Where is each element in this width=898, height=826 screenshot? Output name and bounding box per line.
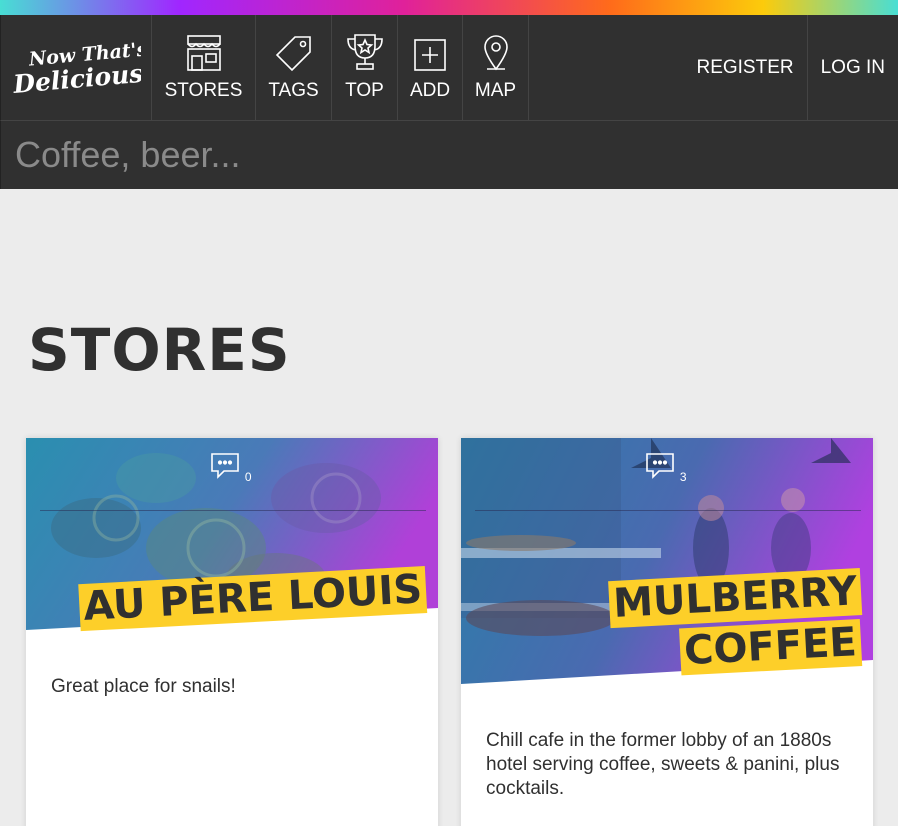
comment-count[interactable]: 3	[461, 452, 873, 484]
store-title-line: MULBERRY	[608, 568, 863, 629]
store-hero-image[interactable]: 0 AU PÈRE LOUIS	[26, 438, 438, 638]
store-card[interactable]: 0 AU PÈRE LOUIS Great place for snails!	[26, 438, 438, 826]
nav-tags[interactable]: TAGS	[256, 15, 332, 120]
page-title: STORES	[28, 316, 291, 384]
store-title[interactable]: MULBERRY COFFEE	[608, 568, 863, 676]
store-description: Chill cafe in the former lobby of an 188…	[486, 730, 840, 799]
register-link[interactable]: REGISTER	[683, 15, 808, 120]
store-card[interactable]: 3 MULBERRY COFFEE Chill cafe in the form…	[461, 438, 873, 826]
nav-top[interactable]: TOP	[332, 15, 398, 120]
nav-tags-label: TAGS	[268, 80, 319, 101]
comment-icon	[646, 453, 675, 479]
search-bar	[0, 120, 898, 189]
nav-stores[interactable]: STORES	[152, 15, 256, 120]
logo[interactable]: Now That's Delicious!	[1, 15, 152, 120]
nav-stores-label: STORES	[164, 80, 243, 101]
logo-wordmark: Now That's Delicious!	[11, 38, 141, 98]
nav-map[interactable]: MAP	[463, 15, 529, 120]
nav-map-label: MAP	[474, 80, 517, 101]
trophy-icon	[346, 34, 383, 70]
top-nav: Now That's Delicious! STORES TAGS TOP AD…	[0, 15, 898, 120]
nav-add[interactable]: ADD	[398, 15, 463, 120]
store-icon	[186, 35, 221, 71]
comment-count[interactable]: 0	[26, 452, 438, 484]
logo-icon: Now That's Delicious!	[11, 38, 141, 98]
hero-divider	[40, 510, 426, 511]
login-link[interactable]: LOG IN	[808, 15, 898, 120]
comment-count-value: 0	[244, 470, 252, 484]
map-pin-icon	[483, 35, 508, 71]
store-title-line: COFFEE	[679, 619, 863, 676]
store-title[interactable]: AU PÈRE LOUIS	[78, 566, 428, 632]
store-description: Great place for snails!	[51, 676, 236, 697]
tag-icon	[275, 36, 311, 72]
nav-top-label: TOP	[345, 80, 384, 101]
add-icon	[414, 39, 446, 71]
nav-add-label: ADD	[409, 80, 451, 101]
store-hero-image[interactable]: 3 MULBERRY COFFEE	[461, 438, 873, 688]
rainbow-stripe	[0, 0, 898, 15]
comment-icon	[211, 453, 240, 479]
hero-divider	[475, 510, 861, 511]
search-input[interactable]	[1, 121, 898, 189]
comment-count-value: 3	[679, 470, 687, 484]
